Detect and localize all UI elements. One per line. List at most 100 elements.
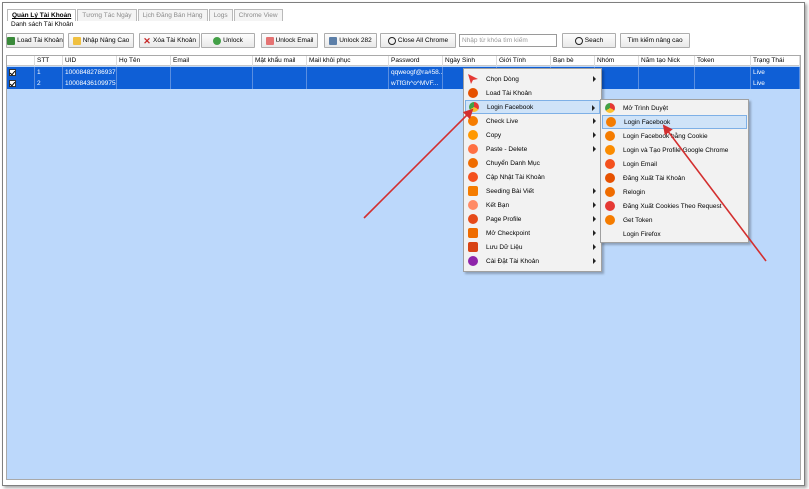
tab-tuong-tac-ngay[interactable]: Tương Tác Ngày — [77, 9, 137, 21]
header-mail-khoi-phuc[interactable]: Mail khôi phục — [307, 56, 389, 66]
close-circle-icon — [387, 36, 396, 45]
header-gioi-tinh[interactable]: Giới Tính — [497, 56, 551, 66]
cell-mail-khoi-phuc — [307, 67, 389, 78]
unlock-button[interactable]: Unlock — [201, 33, 255, 48]
menu-item-copy[interactable]: Copy — [465, 128, 600, 142]
cell-mat-khau-mail — [253, 78, 307, 89]
mail-icon — [265, 36, 274, 45]
menu-item-page-profile[interactable]: Page Profile — [465, 212, 600, 226]
facebook-icon — [606, 117, 616, 127]
folder-icon — [72, 36, 81, 45]
submenu-arrow-icon — [593, 188, 596, 194]
chrome-icon — [605, 103, 615, 113]
tab-quan-ly-tai-khoan[interactable]: Quản Lý Tài Khoản — [7, 9, 77, 21]
menu-item-cap-nhat-tai-khoan[interactable]: Cập Nhật Tài Khoản — [465, 170, 600, 184]
menu-item-ket-ban[interactable]: Kết Bạn — [465, 198, 600, 212]
search-button[interactable]: Seach — [562, 33, 616, 48]
submenu-item-login-create-profile[interactable]: Login và Tạo Profile Google Chrome — [602, 143, 747, 157]
submenu-arrow-icon — [593, 118, 596, 124]
submenu-item-get-token[interactable]: Get Token — [602, 213, 747, 227]
cell-token — [695, 78, 751, 89]
delete-account-button[interactable]: ✕ Xóa Tài Khoản — [139, 33, 200, 48]
header-email[interactable]: Email — [171, 56, 253, 66]
tab-chrome-view[interactable]: Chrome View — [233, 9, 283, 21]
cell-stt: 1 — [35, 67, 63, 78]
cell-token — [695, 67, 751, 78]
header-nhom[interactable]: Nhóm — [595, 56, 639, 66]
cell-uid: 100084827869379 — [65, 67, 117, 78]
google-icon — [605, 145, 615, 155]
cursor-icon — [468, 74, 478, 84]
cell-ho-ten — [117, 78, 171, 89]
blank-icon — [605, 229, 615, 239]
header-trang-thai[interactable]: Trạng Thái — [751, 56, 800, 66]
header-mat-khau-mail[interactable]: Mật khẩu mail — [253, 56, 307, 66]
submenu-item-dang-xuat-cookies[interactable]: Đăng Xuất Cookies Theo Request — [602, 199, 747, 213]
header-ban-be[interactable]: Bạn bè — [551, 56, 595, 66]
header-password[interactable]: Password — [389, 56, 443, 66]
row-select[interactable] — [7, 67, 35, 78]
menu-item-luu-du-lieu[interactable]: Lưu Dữ Liệu — [465, 240, 600, 254]
header-stt[interactable]: STT — [35, 56, 63, 66]
table-header: STT UID Họ Tên Email Mật khẩu mail Mail … — [7, 56, 800, 66]
menu-item-cai-dat-tai-khoan[interactable]: Cài Đặt Tài Khoản — [465, 254, 600, 268]
cookie-icon — [605, 201, 615, 211]
search-icon — [574, 36, 583, 45]
context-menu: Chọn Dòng Load Tài Khoản Login Facebook … — [463, 68, 602, 272]
play-icon — [213, 36, 222, 45]
import-advanced-button[interactable]: Nhập Nâng Cao — [68, 33, 134, 48]
submenu-item-login-firefox[interactable]: Login Firefox — [602, 227, 747, 241]
menu-item-check-live[interactable]: Check Live — [465, 114, 600, 128]
row-select[interactable] — [7, 78, 35, 89]
cell-email — [171, 67, 253, 78]
delete-icon: ✕ — [143, 35, 151, 46]
move-icon — [468, 158, 478, 168]
submenu-arrow-icon — [593, 258, 596, 264]
table-row[interactable]: 1 100084827869379 qqweogf@ra#58... Live — [7, 67, 800, 78]
menu-item-seeding-bai-viet[interactable]: Seeding Bài Viết — [465, 184, 600, 198]
refresh-icon — [468, 88, 478, 98]
menu-item-chuyen-danh-muc[interactable]: Chuyển Danh Mục — [465, 156, 600, 170]
check-circle-icon — [468, 116, 478, 126]
checkbox[interactable] — [9, 69, 16, 76]
facebook-icon — [605, 131, 615, 141]
load-account-button[interactable]: Load Tài Khoản — [6, 33, 64, 48]
menu-item-mo-checkpoint[interactable]: Mở Checkpoint — [465, 226, 600, 240]
advanced-search-button[interactable]: Tìm kiếm nâng cao — [620, 33, 690, 48]
paste-icon — [468, 144, 478, 154]
checkbox[interactable] — [9, 80, 16, 87]
unlock-282-button[interactable]: Unlock 282 — [324, 33, 377, 48]
submenu-item-mo-trinh-duyet[interactable]: Mở Trình Duyệt — [602, 101, 747, 115]
menu-item-chon-dong[interactable]: Chọn Dòng — [465, 72, 600, 86]
token-icon — [605, 215, 615, 225]
cell-status: Live — [751, 78, 800, 89]
user-icon — [605, 159, 615, 169]
submenu-arrow-icon — [593, 132, 596, 138]
search-input[interactable]: Nhập từ khóa tìm kiếm — [459, 34, 557, 47]
header-ho-ten[interactable]: Họ Tên — [117, 56, 171, 66]
submenu-item-login-facebook-cookie[interactable]: Login Facebook bằng Cookie — [602, 129, 747, 143]
header-uid[interactable]: UID — [63, 56, 117, 66]
menu-item-paste-delete[interactable]: Paste - Delete — [465, 142, 600, 156]
unlock-email-button[interactable]: Unlock Email — [261, 33, 318, 48]
refresh-icon — [605, 187, 615, 197]
submenu-arrow-icon — [593, 146, 596, 152]
tab-lich-dang-ban-hang[interactable]: Lịch Đăng Bán Hàng — [137, 9, 208, 21]
user-icon — [329, 36, 338, 45]
menu-item-login-facebook[interactable]: Login Facebook — [465, 100, 600, 114]
tab-logs[interactable]: Logs — [208, 9, 233, 21]
cell-nam-tao-nick — [639, 67, 695, 78]
submenu-item-dang-xuat[interactable]: Đăng Xuất Tài Khoản — [602, 171, 747, 185]
section-title: Danh sách Tài Khoản — [11, 21, 74, 28]
header-token[interactable]: Token — [695, 56, 751, 66]
cell-mail-khoi-phuc — [307, 78, 389, 89]
table-row[interactable]: 2 100084361099757 wTfGh^o^MVF... Live — [7, 78, 800, 89]
header-ngay-sinh[interactable]: Ngày Sinh — [443, 56, 497, 66]
submenu-item-login-facebook[interactable]: Login Facebook — [602, 115, 747, 129]
menu-item-load-tai-khoan[interactable]: Load Tài Khoản — [465, 86, 600, 100]
cell-status: Live — [751, 67, 800, 78]
header-nam-tao-nick[interactable]: Năm tạo Nick — [639, 56, 695, 66]
submenu-item-login-email[interactable]: Login Email — [602, 157, 747, 171]
submenu-item-relogin[interactable]: Relogin — [602, 185, 747, 199]
close-all-chrome-button[interactable]: Close All Chrome — [380, 33, 456, 48]
